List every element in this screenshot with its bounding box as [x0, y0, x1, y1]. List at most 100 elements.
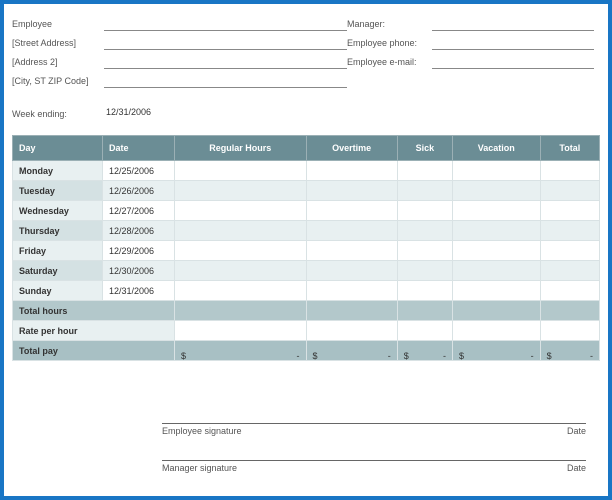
- timesheet-table: Day Date Regular Hours Overtime Sick Vac…: [12, 135, 600, 361]
- day-cell: Sunday: [13, 281, 103, 301]
- manager-signature-line[interactable]: Manager signature Date: [162, 460, 586, 473]
- address2-row: [Address 2]: [12, 50, 347, 69]
- regular-cell[interactable]: [175, 241, 307, 261]
- day-cell: Wednesday: [13, 201, 103, 221]
- phone-row: Employee phone:: [347, 31, 600, 50]
- city-field[interactable]: [104, 74, 347, 88]
- sick-cell[interactable]: [397, 201, 452, 221]
- date-cell[interactable]: 12/30/2006: [103, 261, 175, 281]
- total-pay-regular: $-: [175, 341, 307, 361]
- table-row: Tuesday12/26/2006: [13, 181, 600, 201]
- total-hours-overtime: [306, 301, 397, 321]
- header-sick: Sick: [397, 136, 452, 161]
- vacation-cell[interactable]: [452, 161, 540, 181]
- vacation-cell[interactable]: [452, 221, 540, 241]
- regular-cell[interactable]: [175, 221, 307, 241]
- header-date: Date: [103, 136, 175, 161]
- sick-cell[interactable]: [397, 181, 452, 201]
- header-row: Day Date Regular Hours Overtime Sick Vac…: [13, 136, 600, 161]
- date-cell[interactable]: 12/31/2006: [103, 281, 175, 301]
- header-total: Total: [540, 136, 599, 161]
- email-label: Employee e-mail:: [347, 57, 432, 69]
- table-row: Monday12/25/2006: [13, 161, 600, 181]
- day-cell: Monday: [13, 161, 103, 181]
- rate-regular[interactable]: [175, 321, 307, 341]
- street-label: [Street Address]: [12, 38, 104, 50]
- employee-signature-label: Employee signature: [162, 426, 242, 436]
- table-row: Friday12/29/2006: [13, 241, 600, 261]
- sick-cell[interactable]: [397, 221, 452, 241]
- employee-signature-date-label: Date: [567, 426, 586, 436]
- total-hours-label: Total hours: [13, 301, 175, 321]
- total-pay-total: $-: [540, 341, 599, 361]
- email-field[interactable]: [432, 55, 594, 69]
- header-vacation: Vacation: [452, 136, 540, 161]
- rate-vacation[interactable]: [452, 321, 540, 341]
- date-cell[interactable]: 12/29/2006: [103, 241, 175, 261]
- date-cell[interactable]: 12/26/2006: [103, 181, 175, 201]
- table-row: Saturday12/30/2006: [13, 261, 600, 281]
- street-row: [Street Address]: [12, 31, 347, 50]
- day-cell: Tuesday: [13, 181, 103, 201]
- sick-cell[interactable]: [397, 241, 452, 261]
- rate-overtime[interactable]: [306, 321, 397, 341]
- date-cell[interactable]: 12/25/2006: [103, 161, 175, 181]
- manager-field[interactable]: [432, 17, 594, 31]
- phone-label: Employee phone:: [347, 38, 432, 50]
- header-day: Day: [13, 136, 103, 161]
- address2-label: [Address 2]: [12, 57, 104, 69]
- weekending-label: Week ending:: [12, 109, 104, 121]
- sick-cell[interactable]: [397, 281, 452, 301]
- table-row: Thursday12/28/2006: [13, 221, 600, 241]
- manager-signature-date-label: Date: [567, 463, 586, 473]
- employee-row: Employee: [12, 12, 347, 31]
- total-cell: [540, 241, 599, 261]
- manager-row: Manager:: [347, 12, 600, 31]
- vacation-cell[interactable]: [452, 281, 540, 301]
- total-cell: [540, 261, 599, 281]
- vacation-cell[interactable]: [452, 201, 540, 221]
- rate-sick[interactable]: [397, 321, 452, 341]
- overtime-cell[interactable]: [306, 201, 397, 221]
- rate-per-hour-row: Rate per hour: [13, 321, 600, 341]
- weekending-field[interactable]: 12/31/2006: [104, 107, 347, 121]
- vacation-cell[interactable]: [452, 181, 540, 201]
- date-cell[interactable]: 12/28/2006: [103, 221, 175, 241]
- regular-cell[interactable]: [175, 281, 307, 301]
- day-cell: Friday: [13, 241, 103, 261]
- rate-total[interactable]: [540, 321, 599, 341]
- day-cell: Saturday: [13, 261, 103, 281]
- total-cell: [540, 161, 599, 181]
- overtime-cell[interactable]: [306, 241, 397, 261]
- regular-cell[interactable]: [175, 161, 307, 181]
- overtime-cell[interactable]: [306, 261, 397, 281]
- total-pay-row: Total pay $- $- $- $- $-: [13, 341, 600, 361]
- email-row: Employee e-mail:: [347, 50, 600, 69]
- regular-cell[interactable]: [175, 261, 307, 281]
- vacation-cell[interactable]: [452, 261, 540, 281]
- timesheet-document: Employee [Street Address] [Address 2] [C…: [0, 0, 612, 500]
- regular-cell[interactable]: [175, 181, 307, 201]
- overtime-cell[interactable]: [306, 181, 397, 201]
- overtime-cell[interactable]: [306, 221, 397, 241]
- overtime-cell[interactable]: [306, 161, 397, 181]
- total-cell: [540, 221, 599, 241]
- sick-cell[interactable]: [397, 261, 452, 281]
- city-label: [City, ST ZIP Code]: [12, 76, 104, 88]
- timesheet-table-wrap: Day Date Regular Hours Overtime Sick Vac…: [12, 135, 600, 361]
- total-hours-sick: [397, 301, 452, 321]
- date-cell[interactable]: 12/27/2006: [103, 201, 175, 221]
- total-cell: [540, 201, 599, 221]
- header-regular: Regular Hours: [175, 136, 307, 161]
- employee-field[interactable]: [104, 17, 347, 31]
- rate-label: Rate per hour: [13, 321, 175, 341]
- vacation-cell[interactable]: [452, 241, 540, 261]
- street-field[interactable]: [104, 36, 347, 50]
- address2-field[interactable]: [104, 55, 347, 69]
- phone-field[interactable]: [432, 36, 594, 50]
- employee-signature-line[interactable]: Employee signature Date: [162, 423, 586, 436]
- sick-cell[interactable]: [397, 161, 452, 181]
- regular-cell[interactable]: [175, 201, 307, 221]
- overtime-cell[interactable]: [306, 281, 397, 301]
- total-pay-vacation: $-: [452, 341, 540, 361]
